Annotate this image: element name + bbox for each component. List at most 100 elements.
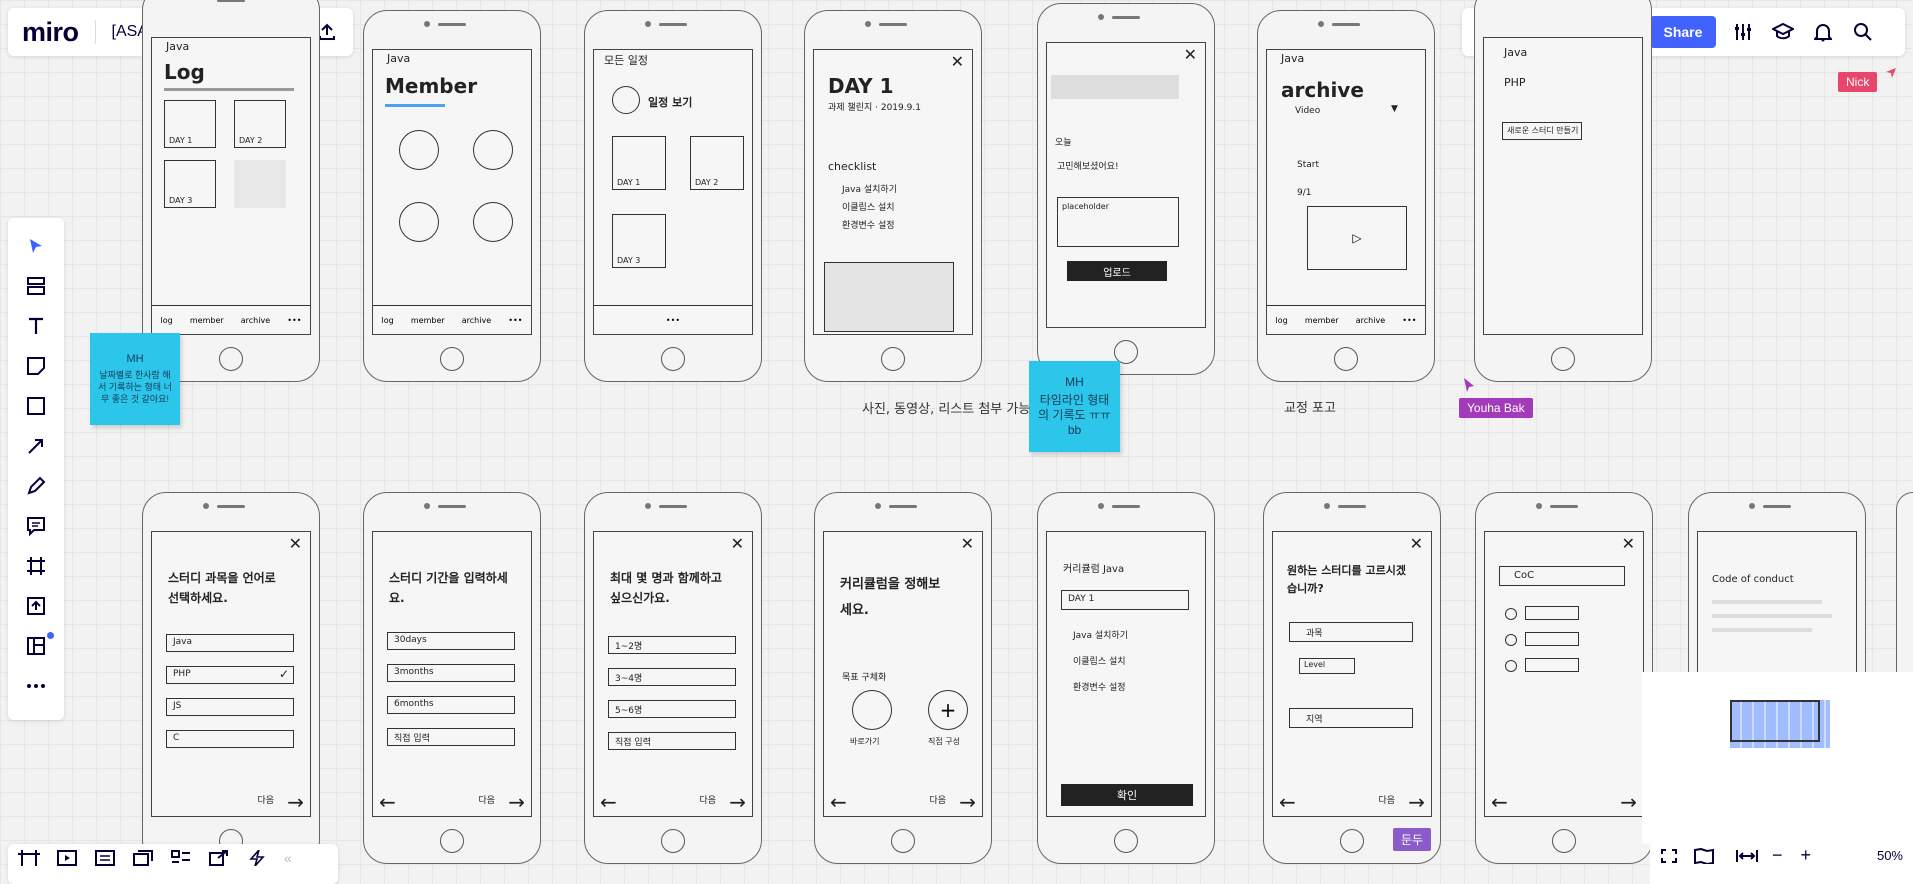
arrow-left-icon[interactable]: ← xyxy=(830,790,847,814)
arrow-right-icon[interactable]: → xyxy=(959,790,976,814)
text-input[interactable]: placeholder xyxy=(1057,197,1179,247)
phone-mockup-upload[interactable]: ✕ 오늘 고민해보셨어요! placeholder 업로드 xyxy=(1037,3,1215,375)
level-dropdown[interactable]: Level xyxy=(1299,658,1355,674)
nav-tab-archive[interactable]: archive xyxy=(1356,316,1385,325)
member-avatar[interactable] xyxy=(399,202,439,242)
fit-to-screen-icon[interactable] xyxy=(1736,848,1758,864)
close-icon[interactable]: ✕ xyxy=(731,534,744,553)
nav-tab-archive[interactable]: archive xyxy=(241,316,270,325)
minimap-viewport[interactable] xyxy=(1730,700,1820,742)
nav-tab-member[interactable]: member xyxy=(190,316,224,325)
member-avatar[interactable] xyxy=(473,202,513,242)
option-item[interactable]: Java xyxy=(166,634,294,652)
study-list-item[interactable]: Java xyxy=(1504,46,1527,59)
phone-mockup-coc[interactable]: ✕ CoC ← → xyxy=(1475,492,1653,864)
checklist-item[interactable]: Java 설치하기 xyxy=(842,182,897,195)
nav-tab-member[interactable]: member xyxy=(411,316,445,325)
phone-mockup-max-members[interactable]: ✕ 최대 몇 명과 함께하고 싶으신가요. 1~2명 3~4명 5~6명 직접 … xyxy=(584,492,762,864)
day-card[interactable]: DAY 2 xyxy=(234,100,286,148)
day-card[interactable]: DAY 1 xyxy=(1061,590,1189,610)
zoom-level[interactable]: 50% xyxy=(1877,848,1903,863)
phone-mockup-schedule[interactable]: 모든 일정 일정 보기 DAY 1 DAY 2 DAY 3 ••• xyxy=(584,10,762,382)
arrow-right-icon[interactable]: → xyxy=(287,790,304,814)
option-item[interactable]: 30days xyxy=(387,632,515,650)
filter-dropdown[interactable]: Video xyxy=(1295,106,1320,116)
day-card[interactable]: DAY 2 xyxy=(690,136,744,190)
more-dots-icon[interactable]: ••• xyxy=(1402,316,1416,325)
upload-button[interactable]: 업로드 xyxy=(1067,261,1167,281)
more-dots-icon[interactable]: ••• xyxy=(508,316,522,325)
attachment-area[interactable] xyxy=(824,262,954,332)
phone-mockup-day-detail[interactable]: ✕ DAY 1 과제 챌린지 · 2019.9.1 checklist Java… xyxy=(804,10,982,382)
filter-option[interactable]: 지역 xyxy=(1289,708,1413,728)
nav-tabs[interactable]: ••• xyxy=(666,316,680,325)
pen-tool[interactable] xyxy=(20,470,52,502)
arrow-right-icon[interactable]: → xyxy=(1408,790,1425,814)
option-item[interactable]: 3~4명 xyxy=(608,668,736,686)
canvas-annotation[interactable]: 사진, 동영상, 리스트 첨부 가능 xyxy=(862,398,1030,417)
option-item[interactable]: 6months xyxy=(387,696,515,714)
sticky-note[interactable]: MH 날짜별로 한사람 해서 기록하는 형태 너무 좋은 것 같아요! xyxy=(90,333,180,425)
option-item[interactable]: 1~2명 xyxy=(608,636,736,654)
phone-mockup-archive[interactable]: Java archive Video ▼ Start 9/1 ▷ log mem… xyxy=(1257,10,1435,382)
choice-circle[interactable] xyxy=(852,690,892,730)
phone-mockup-curriculum[interactable]: ✕ 커리큘럼을 정해보세요. 목표 구체화 + 바로가기 직접 구성 ← 다음 … xyxy=(814,492,992,864)
zoom-out-button[interactable]: − xyxy=(1772,846,1783,864)
radio-button[interactable] xyxy=(1505,660,1517,672)
more-tools-button[interactable] xyxy=(20,670,52,702)
close-icon[interactable]: ✕ xyxy=(961,534,974,553)
confirm-button[interactable]: 확인 xyxy=(1061,784,1193,806)
phone-mockup-study-list[interactable]: Java PHP 새로운 스터디 만들기 xyxy=(1474,0,1652,382)
arrow-right-icon[interactable]: → xyxy=(508,790,525,814)
close-icon[interactable]: ✕ xyxy=(1410,534,1423,553)
nav-tab-member[interactable]: member xyxy=(1305,316,1339,325)
arrow-left-icon[interactable]: ← xyxy=(1491,790,1508,814)
close-icon[interactable]: ✕ xyxy=(951,52,964,71)
minimap[interactable] xyxy=(1642,672,1913,844)
nav-tab-log[interactable]: log xyxy=(382,316,394,325)
video-thumbnail[interactable]: ▷ xyxy=(1307,206,1407,270)
connection-line-tool[interactable] xyxy=(20,430,52,462)
day-card[interactable]: DAY 1 xyxy=(612,136,666,190)
templates-tool[interactable] xyxy=(20,270,52,302)
day-card[interactable]: DAY 3 xyxy=(612,214,666,268)
checklist-item[interactable]: 환경변수 설정 xyxy=(842,218,895,231)
nav-tab-archive[interactable]: archive xyxy=(462,316,491,325)
chevron-down-icon[interactable]: ▼ xyxy=(1391,104,1398,114)
close-icon[interactable]: ✕ xyxy=(1622,534,1635,553)
arrow-right-icon[interactable]: → xyxy=(1620,790,1637,814)
sticky-note[interactable]: MH 타임라인 형태의 기록도 ㅠㅠbb xyxy=(1029,361,1120,452)
map-icon[interactable] xyxy=(1694,848,1714,864)
option-item[interactable]: 3months xyxy=(387,664,515,682)
arrow-left-icon[interactable]: ← xyxy=(1279,790,1296,814)
close-icon[interactable]: ✕ xyxy=(1184,45,1197,64)
radio-button[interactable] xyxy=(1505,634,1517,646)
radio-button[interactable] xyxy=(1505,608,1517,620)
fullscreen-icon[interactable] xyxy=(1660,848,1678,864)
option-item[interactable]: JS xyxy=(166,698,294,716)
day-card[interactable]: DAY 1 xyxy=(164,100,216,148)
new-study-button[interactable]: 새로운 스터디 만들기 xyxy=(1502,122,1582,140)
notifications-bell-icon[interactable] xyxy=(1810,19,1836,45)
nav-tab-log[interactable]: log xyxy=(161,316,173,325)
more-dots-icon[interactable]: ••• xyxy=(287,316,301,325)
zoom-in-button[interactable]: + xyxy=(1801,846,1812,864)
shape-tool[interactable] xyxy=(20,390,52,422)
search-icon[interactable] xyxy=(1850,19,1876,45)
arrow-right-icon[interactable]: → xyxy=(729,790,746,814)
comment-tool[interactable] xyxy=(20,510,52,542)
phone-mockup-study-period[interactable]: 스터디 기간을 입력하세요. 30days 3months 6months 직접… xyxy=(363,492,541,864)
text-tool[interactable] xyxy=(20,310,52,342)
close-icon[interactable]: ✕ xyxy=(289,534,302,553)
settings-sliders-icon[interactable] xyxy=(1730,19,1756,45)
member-avatar[interactable] xyxy=(473,130,513,170)
select-tool[interactable] xyxy=(20,230,52,262)
phone-mockup-member[interactable]: Java Member log member archive ••• xyxy=(363,10,541,382)
miro-logo[interactable]: miro xyxy=(22,17,79,48)
phone-mockup-select-language[interactable]: ✕ 스터디 과목을 언어로 선택하세요. Java PHP ✓ JS C 다음 → xyxy=(142,492,320,864)
frame-tool[interactable] xyxy=(20,550,52,582)
option-item[interactable]: C xyxy=(166,730,294,748)
arrow-left-icon[interactable]: ← xyxy=(379,790,396,814)
option-item[interactable]: PHP ✓ xyxy=(166,666,294,684)
checklist-item[interactable]: 이클립스 설치 xyxy=(842,200,895,213)
